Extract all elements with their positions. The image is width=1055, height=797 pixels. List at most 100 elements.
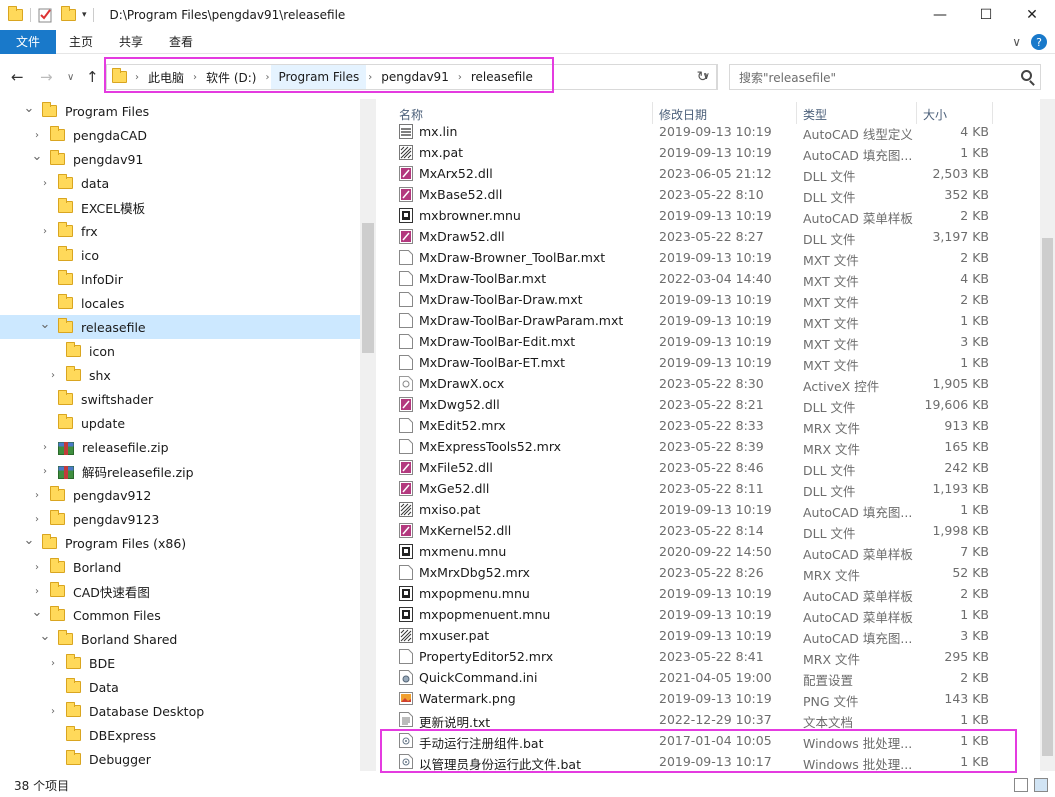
expand-ribbon-icon[interactable]: ∨ [1012, 35, 1021, 49]
tree-item[interactable]: › releasefile.zip [0, 435, 360, 459]
file-row[interactable]: MxMrxDbg52.mrx 2023-05-22 8:26 MRX 文件 52 KB [380, 562, 1040, 583]
file-row[interactable]: MxBase52.dll 2023-05-22 8:10 DLL 文件 352 KB [380, 184, 1040, 205]
tree-item[interactable]: › pengdav9123 [0, 507, 360, 531]
tree-item[interactable]: › pengdaCAD [0, 123, 360, 147]
navigation-tree[interactable]: ⌄ Program Files › pengdaCAD ⌄ pengdav91 › data E… [0, 99, 376, 771]
file-row[interactable]: mxuser.pat 2019-09-13 10:19 AutoCAD 填充图...… [380, 625, 1040, 646]
recent-locations-button[interactable]: ∨ [67, 72, 74, 83]
file-row[interactable]: MxGe52.dll 2023-05-22 8:11 DLL 文件 1,193 KB [380, 478, 1040, 499]
tree-item[interactable]: ⌄ releasefile [0, 315, 360, 339]
tree-scrollbar[interactable] [360, 99, 376, 771]
breadcrumb-this-pc[interactable]: 此电脑 [141, 69, 191, 86]
maximize-button[interactable]: ☐ [963, 0, 1009, 30]
file-list-scrollbar-thumb[interactable] [1042, 238, 1053, 756]
file-row[interactable]: MxKernel52.dll 2023-05-22 8:14 DLL 文件 1,998… [380, 520, 1040, 541]
file-row[interactable]: MxArx52.dll 2023-06-05 21:12 DLL 文件 2,503 K… [380, 163, 1040, 184]
chevron-right-icon[interactable]: › [46, 706, 60, 717]
up-button[interactable]: ↑ [86, 68, 99, 86]
tree-item[interactable]: › shx [0, 363, 360, 387]
chevron-right-icon[interactable]: › [38, 178, 52, 189]
tree-item[interactable]: › CAD快速看图 [0, 579, 360, 603]
file-row[interactable]: MxEdit52.mrx 2023-05-22 8:33 MRX 文件 913 KB [380, 415, 1040, 436]
file-row[interactable]: mxiso.pat 2019-09-13 10:19 AutoCAD 填充图... 1… [380, 499, 1040, 520]
tree-item[interactable]: › 解码releasefile.zip [0, 459, 360, 483]
breadcrumb-separator[interactable]: › [263, 72, 271, 83]
file-row[interactable]: mxpopmenuent.mnu 2019-09-13 10:19 AutoCAD … [380, 604, 1040, 625]
file-row[interactable]: MxFile52.dll 2023-05-22 8:46 DLL 文件 242 KB [380, 457, 1040, 478]
file-row[interactable]: 手动运行注册组件.bat 2017-01-04 10:05 Windows 批处理.… [380, 730, 1040, 751]
file-row[interactable]: MxDrawX.ocx 2023-05-22 8:30 ActiveX 控件 1,90… [380, 373, 1040, 394]
properties-icon[interactable] [37, 7, 53, 23]
forward-button[interactable]: → [40, 68, 53, 86]
back-button[interactable]: ← [11, 68, 24, 86]
file-row[interactable]: MxDraw-ToolBar-Draw.mxt 2019-09-13 10:19 M… [380, 289, 1040, 310]
chevron-right-icon[interactable]: › [30, 514, 44, 525]
help-icon[interactable]: ? [1031, 34, 1047, 50]
search-icon[interactable] [1021, 70, 1032, 81]
file-row[interactable]: mx.lin 2019-09-13 10:19 AutoCAD 线型定义 4 KB [380, 121, 1040, 142]
tree-scrollbar-thumb[interactable] [362, 223, 374, 353]
minimize-button[interactable]: — [917, 0, 963, 30]
breadcrumb-drive-d[interactable]: 软件 (D:) [199, 69, 263, 86]
file-row[interactable]: MxDraw-ToolBar-Edit.mxt 2019-09-13 10:19 M… [380, 331, 1040, 352]
tab-file[interactable]: 文件 [0, 29, 56, 54]
tree-item[interactable]: › Borland [0, 555, 360, 579]
file-row[interactable]: QuickCommand.ini 2021-04-05 19:00 配置设置 2 KB [380, 667, 1040, 688]
chevron-down-icon[interactable]: ⌄ [38, 317, 52, 332]
chevron-down-icon[interactable]: ⌄ [30, 149, 44, 164]
file-row[interactable]: MxExpressTools52.mrx 2023-05-22 8:39 MRX 文… [380, 436, 1040, 457]
tree-item[interactable]: ico [0, 243, 360, 267]
new-folder-icon[interactable] [61, 6, 76, 21]
chevron-down-icon[interactable]: ⌄ [22, 101, 36, 116]
file-row[interactable]: MxDwg52.dll 2023-05-22 8:21 DLL 文件 19,606 K… [380, 394, 1040, 415]
tree-item[interactable]: › data [0, 171, 360, 195]
tree-item[interactable]: Data [0, 675, 360, 699]
file-row[interactable]: mxpopmenu.mnu 2019-09-13 10:19 AutoCAD 菜单样… [380, 583, 1040, 604]
search-input[interactable]: 搜索"releasefile" [729, 64, 1041, 90]
breadcrumb-separator[interactable]: › [133, 72, 141, 83]
chevron-right-icon[interactable]: › [38, 442, 52, 453]
breadcrumb-releasefile[interactable]: releasefile [464, 70, 540, 84]
chevron-right-icon[interactable]: › [30, 490, 44, 501]
tree-item[interactable]: › pengdav912 [0, 483, 360, 507]
tree-item[interactable]: update [0, 411, 360, 435]
chevron-right-icon[interactable]: › [30, 130, 44, 141]
tab-share[interactable]: 共享 [106, 30, 156, 54]
file-row[interactable]: MxDraw-ToolBar.mxt 2022-03-04 14:40 MXT 文件… [380, 268, 1040, 289]
file-row[interactable]: MxDraw-ToolBar-DrawParam.mxt 2019-09-13 1… [380, 310, 1040, 331]
chevron-right-icon[interactable]: › [46, 658, 60, 669]
details-view-icon[interactable] [1014, 778, 1028, 792]
close-button[interactable]: ✕ [1009, 0, 1055, 30]
tree-item[interactable]: ⌄ Borland Shared [0, 627, 360, 651]
tree-item[interactable]: › BDE [0, 651, 360, 675]
breadcrumb-separator[interactable]: › [456, 72, 464, 83]
chevron-right-icon[interactable]: › [30, 562, 44, 573]
file-row[interactable]: PropertyEditor52.mrx 2023-05-22 8:41 MRX 文… [380, 646, 1040, 667]
file-row[interactable]: MxDraw-ToolBar-ET.mxt 2019-09-13 10:19 MXT… [380, 352, 1040, 373]
customize-quick-access-icon[interactable]: ▾ [82, 10, 87, 20]
tree-item[interactable]: ⌄ pengdav91 [0, 147, 360, 171]
breadcrumb-separator[interactable]: › [191, 72, 199, 83]
refresh-button[interactable]: ↻ [688, 64, 718, 90]
breadcrumb-separator[interactable]: › [366, 72, 374, 83]
tab-home[interactable]: 主页 [56, 30, 106, 54]
tree-item[interactable]: Debugger [0, 747, 360, 771]
tree-item[interactable]: swiftshader [0, 387, 360, 411]
file-row[interactable]: mxbrowner.mnu 2019-09-13 10:19 AutoCAD 菜单样… [380, 205, 1040, 226]
tab-view[interactable]: 查看 [156, 30, 206, 54]
file-row[interactable]: Watermark.png 2019-09-13 10:19 PNG 文件 143 K… [380, 688, 1040, 709]
breadcrumb-pengdav91[interactable]: pengdav91 [374, 70, 456, 84]
chevron-right-icon[interactable]: › [38, 226, 52, 237]
breadcrumb-program-files[interactable]: Program Files [271, 65, 367, 89]
tree-item[interactable]: EXCEL模板 [0, 195, 360, 219]
address-bar[interactable]: › 此电脑 › 软件 (D:) › Program Files › pengda… [106, 64, 717, 90]
tree-item[interactable]: icon [0, 339, 360, 363]
chevron-right-icon[interactable]: › [46, 370, 60, 381]
chevron-right-icon[interactable]: › [30, 586, 44, 597]
large-icons-view-icon[interactable] [1034, 778, 1048, 792]
file-row[interactable]: MxDraw-Browner_ToolBar.mxt 2019-09-13 10:… [380, 247, 1040, 268]
file-row[interactable]: mx.pat 2019-09-13 10:19 AutoCAD 填充图... 1 KB [380, 142, 1040, 163]
tree-item[interactable]: DBExpress [0, 723, 360, 747]
file-row[interactable]: MxDraw52.dll 2023-05-22 8:27 DLL 文件 3,197 K… [380, 226, 1040, 247]
tree-item[interactable]: ⌄ Program Files (x86) [0, 531, 360, 555]
